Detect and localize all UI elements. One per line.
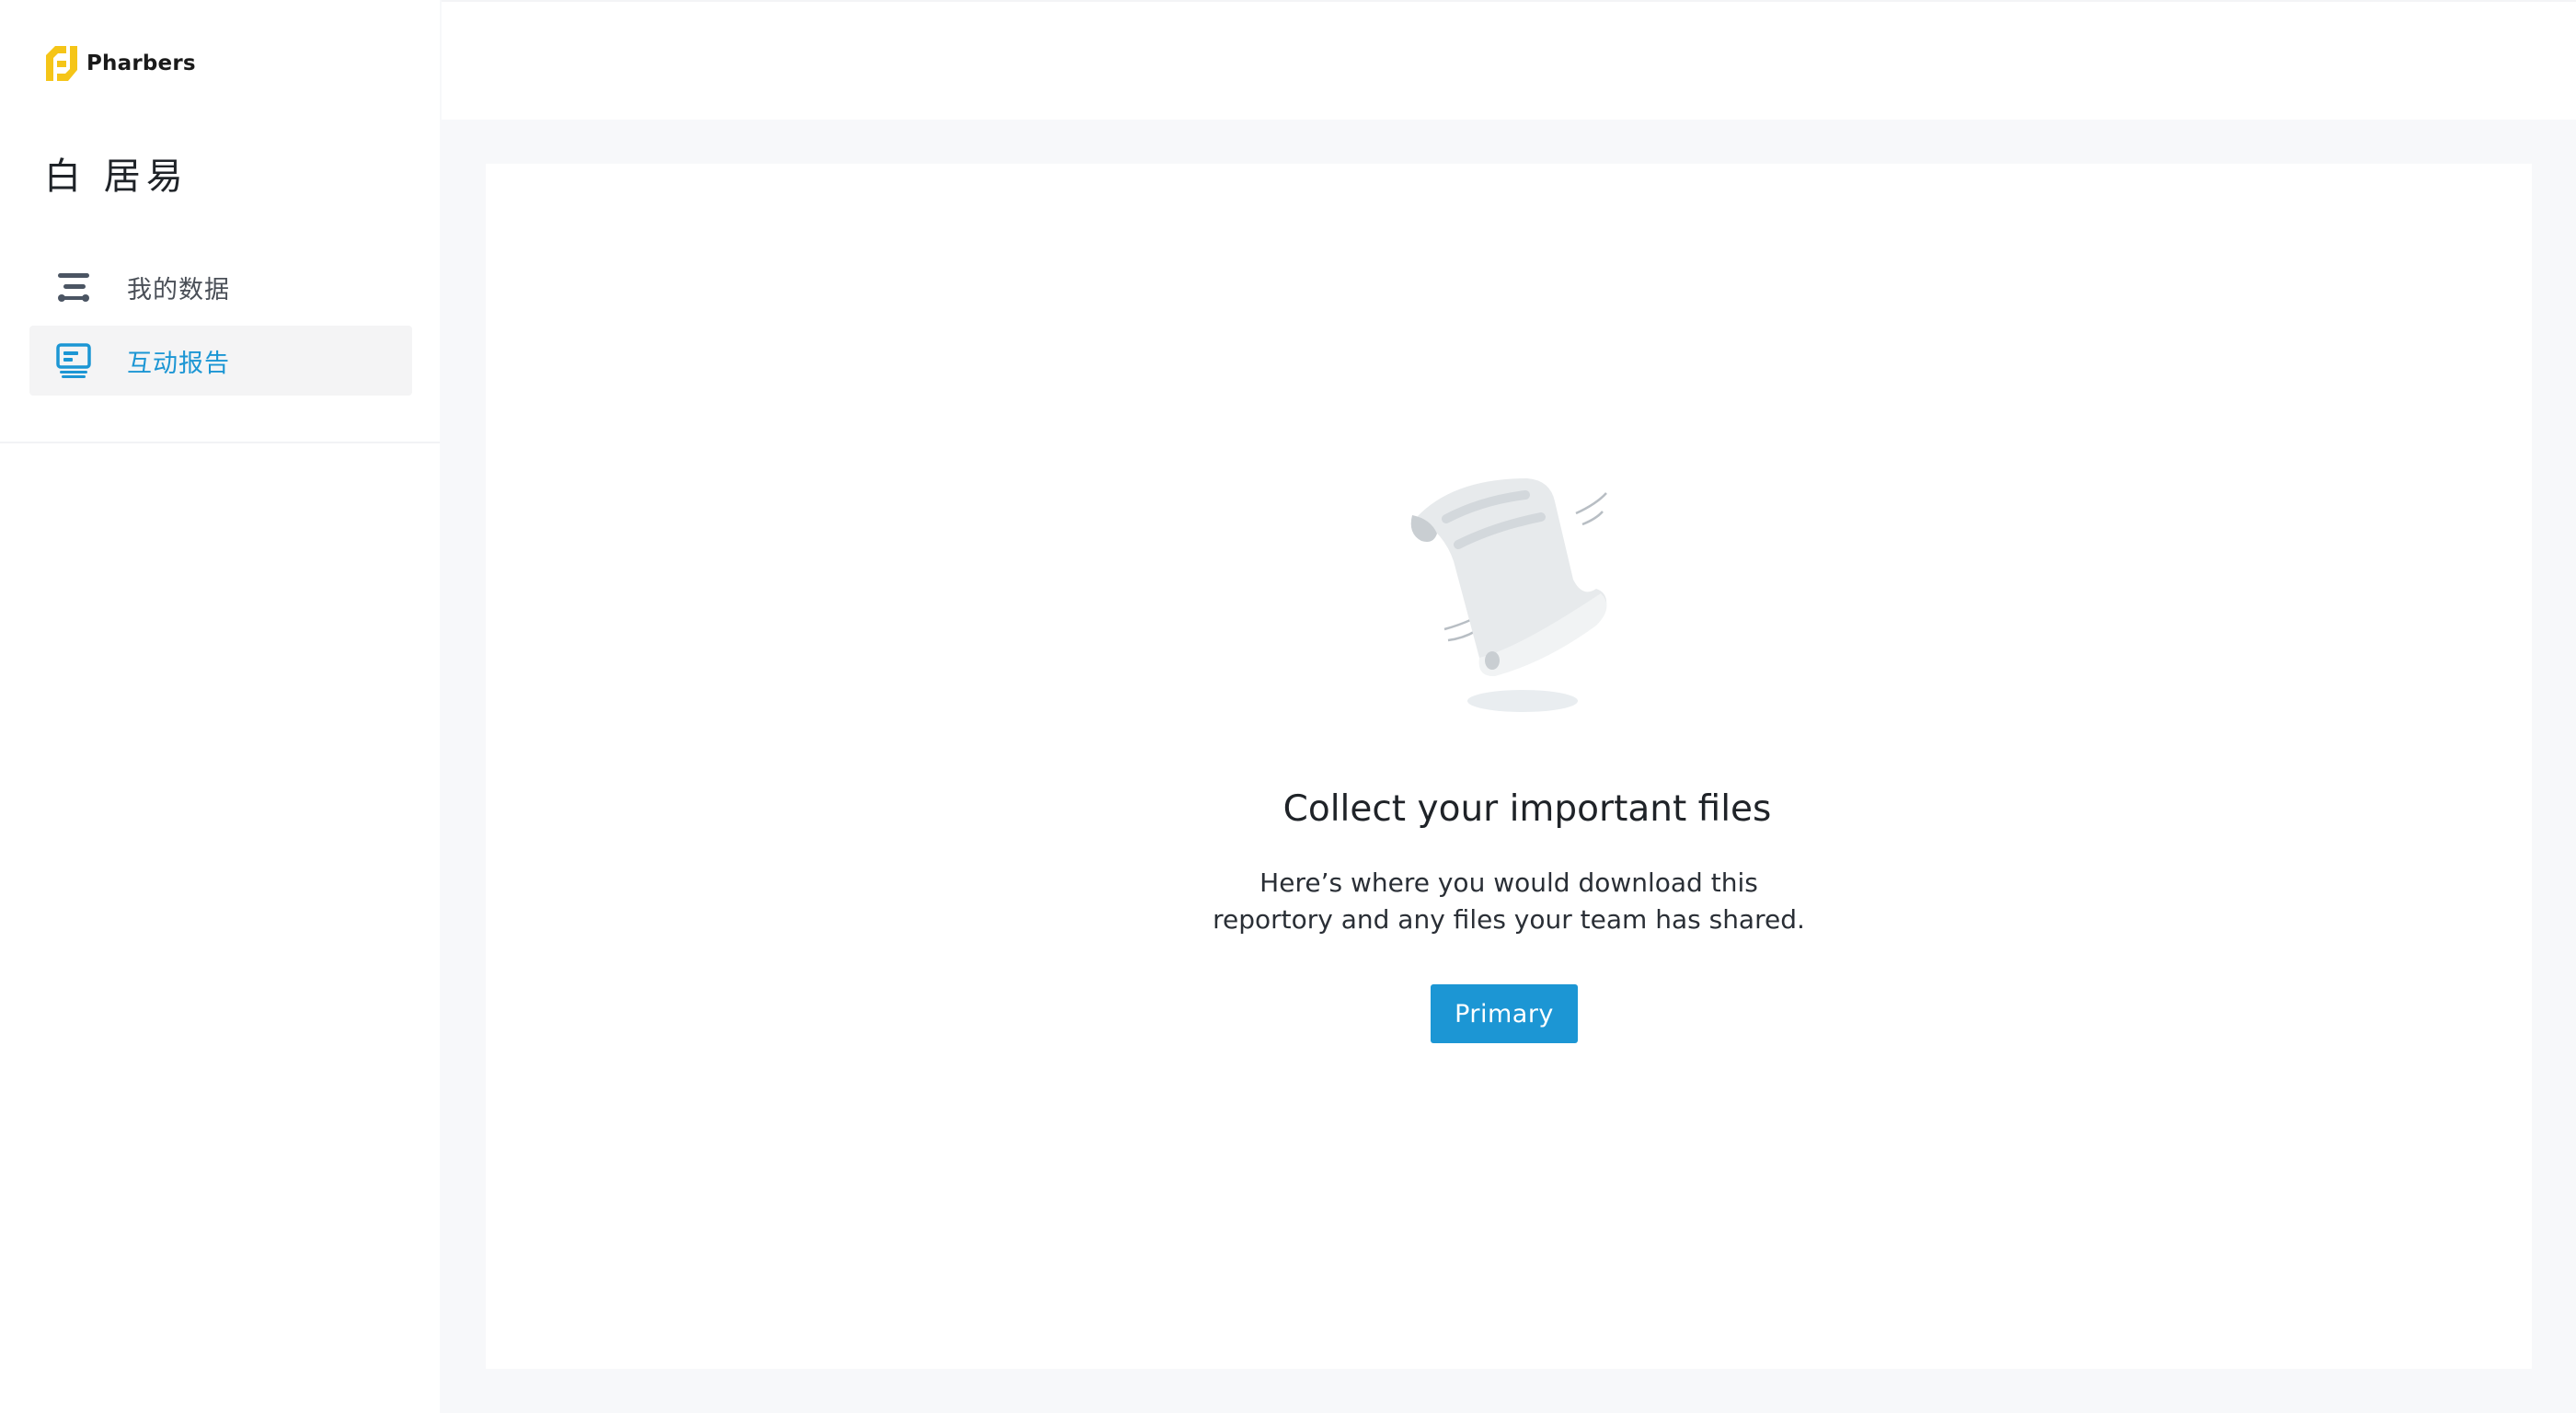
empty-state-description-line-1: Here’s where you would download this	[1259, 867, 1758, 898]
report-icon	[55, 342, 92, 379]
brand-logo[interactable]: Pharbers	[42, 42, 196, 85]
app-root: Pharbers 白 居易 我的数据 互动报告 Collect your imp…	[0, 0, 2576, 1413]
scroll-paper-icon	[1389, 460, 1628, 718]
user-name: 白 居易	[44, 155, 189, 198]
sidebar: Pharbers 白 居易 我的数据 互动报告	[0, 0, 440, 1413]
content-card	[486, 164, 2532, 1369]
empty-state-description: Here’s where you would download this rep…	[1104, 865, 1914, 938]
sidebar-item-interactive-report[interactable]: 互动报告	[29, 326, 412, 396]
sidebar-item-label: 我的数据	[127, 275, 230, 304]
pharbers-logo-icon	[42, 42, 81, 85]
sidebar-item-label: 互动报告	[127, 349, 230, 378]
primary-button[interactable]: Primary	[1431, 984, 1578, 1043]
top-bar	[442, 0, 2576, 120]
sidebar-nav: 我的数据 互动报告	[29, 252, 412, 399]
empty-state-description-line-2: reportory and any files your team has sh…	[1213, 904, 1805, 935]
data-flow-icon	[55, 269, 92, 305]
sidebar-item-my-data[interactable]: 我的数据	[29, 252, 412, 322]
sidebar-divider	[0, 442, 440, 443]
empty-state-title: Collect your important files	[1282, 788, 1772, 830]
brand-name: Pharbers	[86, 52, 196, 75]
